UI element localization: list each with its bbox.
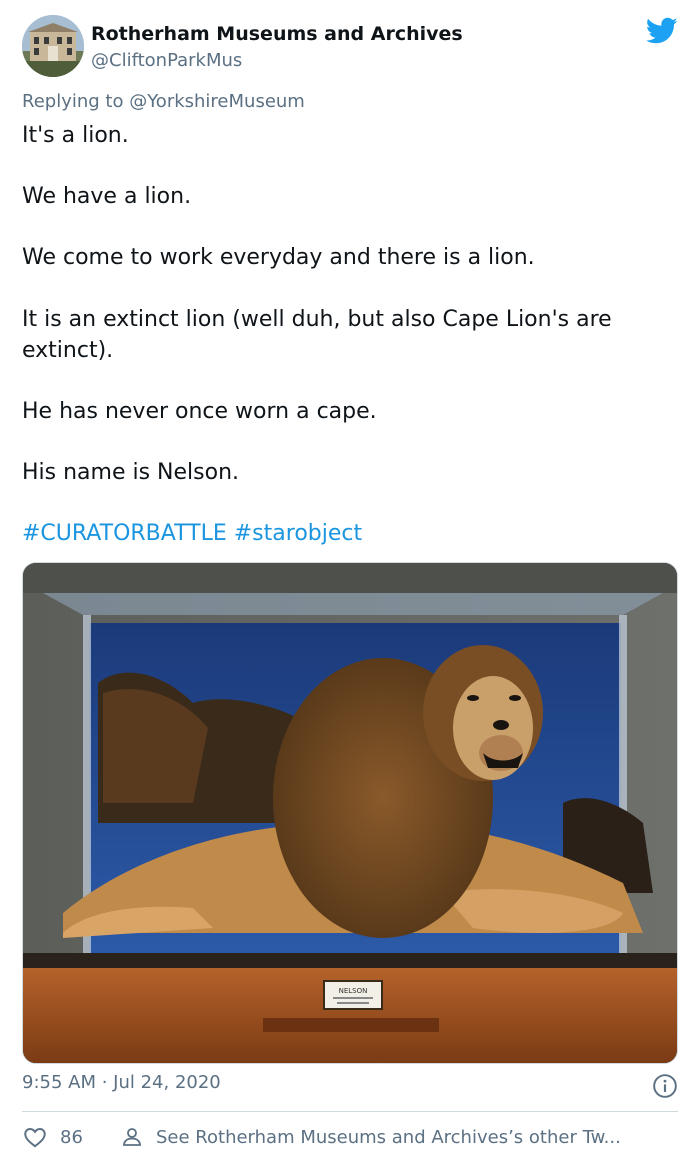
other-tweets-label: See Rotherham Museums and Archives’s oth… (156, 1126, 621, 1148)
person-icon (123, 1128, 141, 1146)
like-button[interactable]: 86 (22, 1122, 83, 1152)
tweet-actions: 86 See Rotherham Museums and Archives’s … (22, 1122, 678, 1152)
avatar-building-image (22, 15, 84, 77)
tweet-line: It is an extinct lion (well duh, but als… (22, 307, 612, 332)
plaque-text: NELSON (339, 987, 368, 995)
like-count: 86 (60, 1126, 83, 1148)
tweet-line: We come to work everyday and there is a … (22, 245, 535, 270)
tweet-header: Rotherham Museums and Archives @CliftonP… (22, 15, 678, 79)
tweet-hashtags[interactable]: #CURATORBATTLE #starobject (22, 519, 362, 549)
author-name[interactable]: Rotherham Museums and Archives (91, 23, 463, 45)
twitter-bird-icon[interactable] (646, 17, 678, 45)
tweet-photo[interactable]: NELSON (22, 562, 678, 1064)
replying-to: Replying to @YorkshireMuseum (22, 91, 305, 112)
replying-to-prefix: Replying to (22, 91, 130, 112)
heart-icon (24, 1128, 46, 1148)
divider (22, 1111, 678, 1112)
tweet-line: He has never once worn a cape. (22, 399, 377, 424)
tweet-line: It's a lion. (22, 123, 129, 148)
author-handle[interactable]: @CliftonParkMus (91, 50, 242, 71)
tweet-line: extinct). (22, 338, 114, 363)
reply-mention-link[interactable]: @YorkshireMuseum (129, 91, 305, 112)
avatar[interactable] (22, 15, 84, 77)
other-tweets-link[interactable]: See Rotherham Museums and Archives’s oth… (120, 1122, 621, 1152)
tweet-line: We have a lion. (22, 184, 192, 209)
lion-display-image: NELSON (23, 563, 677, 1063)
tweet-line: His name is Nelson. (22, 460, 240, 485)
info-icon[interactable] (652, 1073, 678, 1099)
tweet-timestamp[interactable]: 9:55 AM · Jul 24, 2020 (22, 1072, 221, 1093)
